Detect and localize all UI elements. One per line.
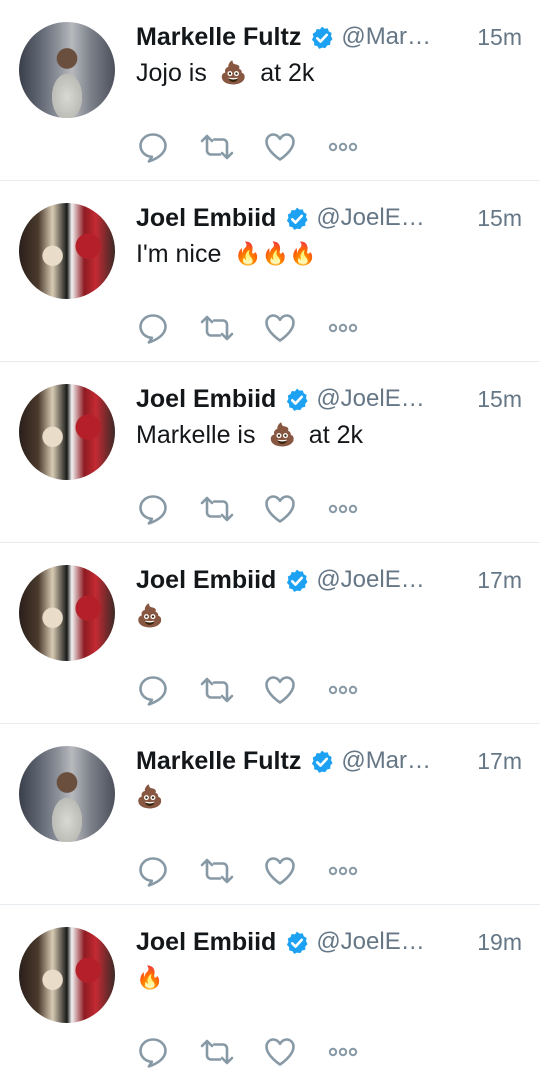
author-handle[interactable]: @JoelE…: [316, 382, 424, 416]
tweet-1[interactable]: Markelle Fultz @Mar… 15m Jojo is 💩 at 2k: [0, 0, 540, 181]
tweet-text-before: Jojo is: [136, 59, 207, 87]
tweet-emoji: 🔥🔥🔥: [234, 241, 317, 266]
tweet-2[interactable]: Joel Embiid @JoelE… 15m I'm nice 🔥🔥🔥: [0, 181, 540, 362]
timestamp[interactable]: 17m: [477, 563, 522, 597]
reply-icon[interactable]: [136, 492, 170, 526]
tweet-actions: [136, 130, 376, 170]
avatar[interactable]: [19, 384, 115, 480]
tweet-text: Markelle is 💩 at 2k: [136, 418, 363, 452]
tweet-actions: [136, 492, 376, 532]
verified-badge-icon: [284, 387, 310, 413]
avatar[interactable]: [19, 746, 115, 842]
heart-icon[interactable]: [263, 492, 297, 526]
timestamp[interactable]: 15m: [477, 201, 522, 235]
tweet-actions: [136, 673, 376, 713]
retweet-icon[interactable]: [198, 311, 236, 345]
tweet-actions: [136, 311, 376, 351]
author-name[interactable]: Markelle Fultz: [136, 20, 301, 54]
retweet-icon[interactable]: [198, 1035, 236, 1069]
avatar[interactable]: [19, 565, 115, 661]
more-icon[interactable]: [327, 311, 359, 345]
heart-icon[interactable]: [263, 1035, 297, 1069]
tweet-header: Joel Embiid @JoelE… 15m: [136, 382, 522, 416]
more-icon[interactable]: [327, 673, 359, 707]
more-icon[interactable]: [327, 854, 359, 888]
author-name[interactable]: Joel Embiid: [136, 382, 276, 416]
avatar[interactable]: [19, 22, 115, 118]
tweet-actions: [136, 854, 376, 894]
tweet-text-before: I'm nice: [136, 240, 222, 268]
timestamp[interactable]: 17m: [477, 744, 522, 778]
tweet-text: 💩: [136, 780, 163, 814]
tweet-header: Joel Embiid @JoelE… 15m: [136, 201, 522, 235]
author-name[interactable]: Joel Embiid: [136, 925, 276, 959]
reply-icon[interactable]: [136, 854, 170, 888]
heart-icon[interactable]: [263, 854, 297, 888]
author-name[interactable]: Joel Embiid: [136, 563, 276, 597]
more-icon[interactable]: [327, 492, 359, 526]
tweet-text: I'm nice 🔥🔥🔥: [136, 237, 317, 271]
tweet-text: 💩: [136, 599, 163, 633]
more-icon[interactable]: [327, 1035, 359, 1069]
reply-icon[interactable]: [136, 1035, 170, 1069]
tweet-header: Markelle Fultz @Mar… 17m: [136, 744, 522, 778]
tweet-4[interactable]: Joel Embiid @JoelE… 17m 💩: [0, 543, 540, 724]
retweet-icon[interactable]: [198, 854, 236, 888]
tweet-emoji: 💩: [219, 60, 248, 85]
tweet-emoji: 💩: [268, 422, 296, 447]
verified-badge-icon: [309, 749, 335, 775]
tweet-6[interactable]: Joel Embiid @JoelE… 19m 🔥: [0, 905, 540, 1086]
timestamp[interactable]: 15m: [477, 20, 522, 54]
tweet-text-after: at 2k: [308, 421, 363, 449]
author-handle[interactable]: @Mar…: [341, 744, 431, 778]
tweet-emoji: 💩: [136, 784, 164, 809]
avatar[interactable]: [19, 203, 115, 299]
author-handle[interactable]: @Mar…: [341, 20, 431, 54]
author-handle[interactable]: @JoelE…: [316, 201, 424, 235]
heart-icon[interactable]: [263, 130, 297, 164]
timestamp[interactable]: 15m: [477, 382, 522, 416]
tweet-text-before: Markelle is: [136, 421, 256, 449]
verified-badge-icon: [284, 930, 310, 956]
verified-badge-icon: [284, 206, 310, 232]
heart-icon[interactable]: [263, 673, 297, 707]
reply-icon[interactable]: [136, 673, 170, 707]
author-name[interactable]: Markelle Fultz: [136, 744, 301, 778]
tweet-text-after: at 2k: [260, 59, 315, 87]
verified-badge-icon: [309, 25, 335, 51]
author-handle[interactable]: @JoelE…: [316, 925, 424, 959]
tweet-actions: [136, 1035, 376, 1075]
author-name[interactable]: Joel Embiid: [136, 201, 276, 235]
reply-icon[interactable]: [136, 311, 170, 345]
author-handle[interactable]: @JoelE…: [316, 563, 424, 597]
tweet-header: Joel Embiid @JoelE… 17m: [136, 563, 522, 597]
tweet-emoji: 🔥: [136, 965, 164, 990]
tweet-text: 🔥: [136, 961, 163, 995]
reply-icon[interactable]: [136, 130, 170, 164]
tweet-3[interactable]: Joel Embiid @JoelE… 15m Markelle is 💩 at…: [0, 362, 540, 543]
tweet-emoji: 💩: [136, 603, 164, 628]
heart-icon[interactable]: [263, 311, 297, 345]
avatar[interactable]: [19, 927, 115, 1023]
timestamp[interactable]: 19m: [477, 925, 522, 959]
tweet-5[interactable]: Markelle Fultz @Mar… 17m 💩: [0, 724, 540, 905]
tweet-feed: Markelle Fultz @Mar… 15m Jojo is 💩 at 2k: [0, 0, 540, 1086]
retweet-icon[interactable]: [198, 130, 236, 164]
verified-badge-icon: [284, 568, 310, 594]
retweet-icon[interactable]: [198, 673, 236, 707]
tweet-header: Joel Embiid @JoelE… 19m: [136, 925, 522, 959]
retweet-icon[interactable]: [198, 492, 236, 526]
tweet-text: Jojo is 💩 at 2k: [136, 56, 314, 90]
more-icon[interactable]: [327, 130, 359, 164]
tweet-header: Markelle Fultz @Mar… 15m: [136, 20, 522, 54]
